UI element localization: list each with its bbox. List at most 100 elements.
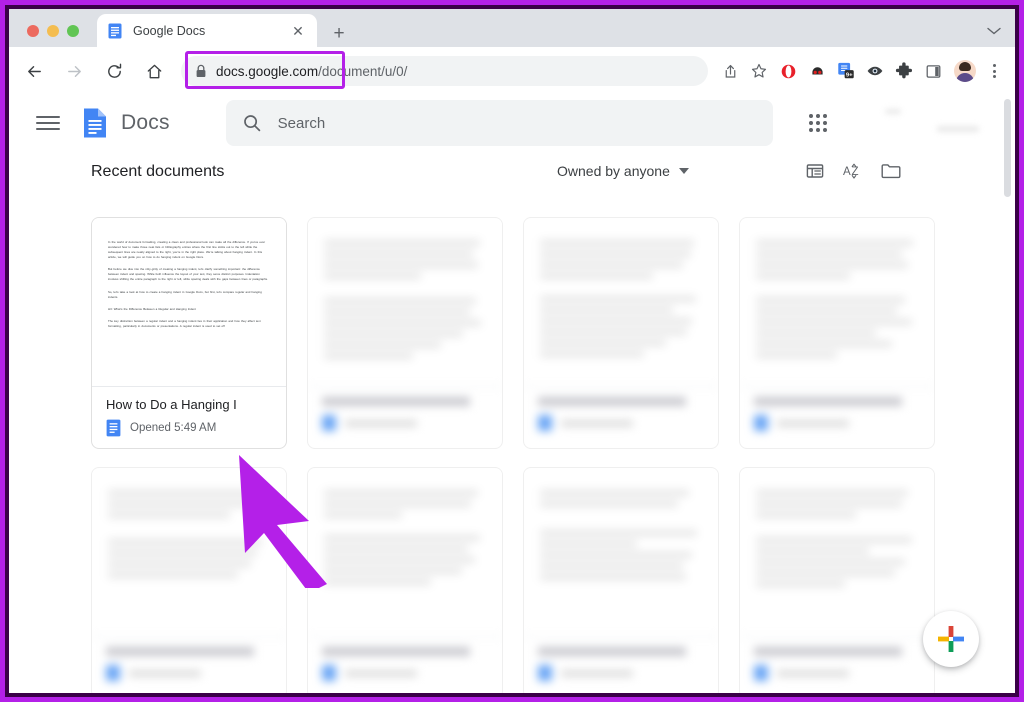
google-docs-mini-icon bbox=[106, 419, 121, 437]
eye-extension-icon[interactable] bbox=[861, 57, 889, 85]
search-icon bbox=[242, 113, 262, 133]
document-title bbox=[754, 647, 902, 656]
document-thumbnail bbox=[308, 218, 502, 386]
thumbnail-paragraph: So, let's take a look at how to create a… bbox=[108, 289, 262, 299]
document-subtitle bbox=[538, 415, 706, 431]
new-tab-button[interactable]: + bbox=[327, 21, 351, 45]
url-domain: docs.google.com bbox=[216, 63, 319, 79]
document-subtitle: Opened 5:49 AM bbox=[106, 419, 274, 437]
list-view-icon[interactable] bbox=[802, 158, 828, 184]
document-card[interactable] bbox=[523, 217, 719, 449]
document-thumbnail bbox=[740, 218, 934, 386]
document-card[interactable] bbox=[307, 217, 503, 449]
document-title bbox=[322, 647, 470, 656]
document-meta bbox=[740, 386, 934, 448]
svg-text:9+: 9+ bbox=[846, 72, 853, 78]
document-card[interactable] bbox=[91, 467, 287, 693]
document-subtitle bbox=[754, 415, 922, 431]
scrollbar-thumb[interactable] bbox=[1004, 99, 1011, 197]
document-opened-time bbox=[129, 669, 201, 677]
page-viewport: Docs Search Recent documents Owned by an… bbox=[9, 95, 1015, 693]
document-opened-time bbox=[561, 669, 633, 677]
browser-window: Google Docs ✕ + docs.google.com/document… bbox=[5, 5, 1019, 697]
document-subtitle bbox=[322, 665, 490, 681]
puzzle-extensions-icon[interactable] bbox=[890, 57, 918, 85]
tab-strip: Google Docs ✕ + bbox=[9, 9, 1015, 47]
file-picker-icon[interactable] bbox=[878, 158, 904, 184]
thumbnail-paragraph: In the world of document formatting, cre… bbox=[108, 240, 266, 260]
page-title: Recent documents bbox=[91, 163, 225, 180]
browser-tab-google-docs[interactable]: Google Docs ✕ bbox=[97, 14, 317, 47]
owner-filter-dropdown[interactable]: Owned by anyone bbox=[557, 163, 689, 179]
document-card[interactable] bbox=[739, 467, 935, 693]
url-path: /document/u/0/ bbox=[318, 63, 408, 79]
document-opened-time bbox=[777, 669, 849, 677]
window-close-button[interactable] bbox=[27, 25, 39, 37]
side-panel-icon[interactable] bbox=[919, 57, 947, 85]
google-docs-mini-icon bbox=[322, 415, 336, 431]
document-card[interactable]: In the world of document formatting, cre… bbox=[91, 217, 287, 449]
home-button[interactable] bbox=[139, 56, 169, 86]
search-input[interactable]: Search bbox=[225, 100, 773, 146]
thumbnail-paragraph: The key distinction between a regular in… bbox=[108, 318, 261, 328]
document-meta bbox=[524, 636, 718, 693]
back-button[interactable] bbox=[19, 56, 49, 86]
account-info-blurred bbox=[885, 107, 985, 141]
decorative-frame: Google Docs ✕ + docs.google.com/document… bbox=[0, 0, 1024, 702]
thumbnail-paragraph: But before we dive into the nitty-gritty… bbox=[108, 267, 268, 282]
document-meta: How to Do a Hanging I Opened 5:49 AM bbox=[92, 386, 286, 448]
document-card[interactable] bbox=[307, 467, 503, 693]
window-maximize-button[interactable] bbox=[67, 25, 79, 37]
document-subtitle bbox=[322, 415, 490, 431]
docs-wordmark: Docs bbox=[121, 111, 170, 134]
document-opened-time bbox=[777, 419, 849, 427]
chrome-menu-icon[interactable] bbox=[983, 57, 1005, 85]
google-docs-mini-icon bbox=[538, 665, 552, 681]
document-title bbox=[754, 397, 902, 406]
document-subtitle bbox=[538, 665, 706, 681]
google-docs-mini-icon bbox=[754, 415, 768, 431]
profile-avatar[interactable] bbox=[950, 56, 980, 86]
document-title bbox=[538, 397, 686, 406]
google-apps-grid-icon[interactable] bbox=[801, 106, 835, 140]
document-title: How to Do a Hanging I bbox=[106, 397, 237, 412]
google-docs-mini-icon bbox=[754, 665, 768, 681]
document-title bbox=[106, 647, 254, 656]
svg-text:A: A bbox=[843, 166, 851, 178]
document-meta bbox=[740, 636, 934, 693]
forward-button[interactable] bbox=[59, 56, 89, 86]
document-meta bbox=[308, 386, 502, 448]
tab-close-icon[interactable]: ✕ bbox=[289, 22, 307, 40]
document-thumbnail bbox=[92, 468, 286, 636]
tab-title: Google Docs bbox=[133, 23, 206, 38]
grammar-extension-icon[interactable]: 9+ bbox=[832, 57, 860, 85]
address-bar[interactable]: docs.google.com/document/u/0/ bbox=[181, 51, 708, 89]
avatar bbox=[954, 60, 976, 82]
opera-extension-icon[interactable] bbox=[774, 57, 802, 85]
window-menu-chevron-icon[interactable] bbox=[987, 27, 1001, 38]
bookmark-star-icon[interactable] bbox=[745, 57, 773, 85]
google-docs-mini-icon bbox=[322, 665, 336, 681]
document-card[interactable] bbox=[739, 217, 935, 449]
document-subtitle bbox=[106, 665, 274, 681]
main-menu-icon[interactable] bbox=[36, 111, 60, 135]
page-scrollbar[interactable] bbox=[1001, 95, 1014, 693]
google-docs-mini-icon bbox=[106, 665, 120, 681]
google-docs-mini-icon bbox=[538, 415, 552, 431]
thumbnail-paragraph: H3: What's the Difference Between a Regu… bbox=[108, 306, 196, 311]
google-docs-logo-icon[interactable] bbox=[82, 107, 108, 139]
sort-az-icon[interactable]: A Z bbox=[840, 158, 866, 184]
new-document-fab[interactable] bbox=[923, 611, 979, 667]
document-thumbnail: In the world of document formatting, cre… bbox=[92, 218, 286, 386]
lock-icon bbox=[195, 64, 207, 78]
reload-button[interactable] bbox=[99, 56, 129, 86]
document-opened-time bbox=[561, 419, 633, 427]
window-minimize-button[interactable] bbox=[47, 25, 59, 37]
document-card[interactable] bbox=[523, 467, 719, 693]
document-thumbnail bbox=[524, 468, 718, 636]
share-icon[interactable] bbox=[716, 57, 744, 85]
chevron-down-icon bbox=[678, 168, 689, 174]
document-grid: In the world of document formatting, cre… bbox=[91, 217, 987, 693]
adblock-extension-icon[interactable] bbox=[803, 57, 831, 85]
document-subtitle bbox=[754, 665, 922, 681]
